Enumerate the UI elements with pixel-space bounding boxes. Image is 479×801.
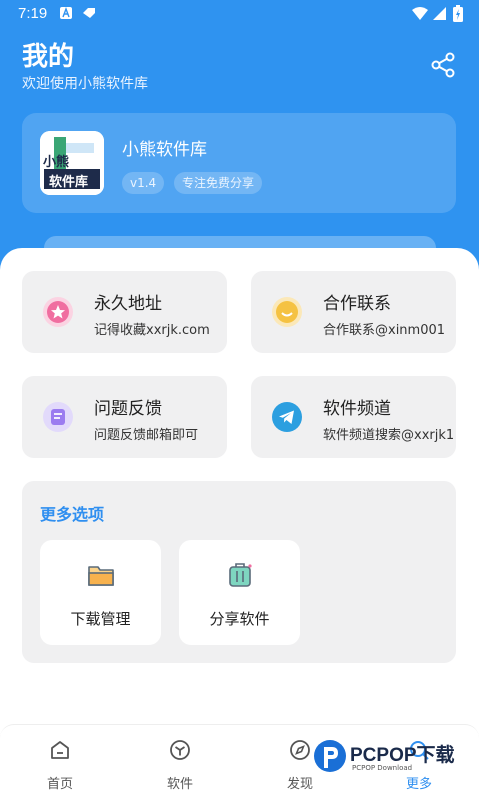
share-icon[interactable] bbox=[430, 52, 456, 78]
app-name: 小熊软件库 bbox=[122, 140, 207, 160]
notification-a-icon bbox=[60, 7, 72, 19]
tag-icon bbox=[83, 8, 95, 18]
folder-icon bbox=[88, 566, 114, 586]
app-logo-text-bottom: 软件库 bbox=[49, 175, 89, 190]
tile-title: 合作联系 bbox=[323, 294, 391, 314]
smile-icon bbox=[272, 297, 302, 327]
feedback-icon bbox=[43, 402, 73, 432]
telegram-icon bbox=[272, 402, 302, 432]
app-logo: 小熊 软件库 bbox=[40, 131, 104, 195]
battery-icon bbox=[453, 5, 463, 22]
tile-feedback[interactable]: 问题反馈 问题反馈邮箱即可 bbox=[22, 376, 227, 458]
tile-title: 软件频道 bbox=[323, 399, 391, 419]
watermark-brand: PCPOP下载 bbox=[350, 745, 455, 766]
signal-icon bbox=[433, 7, 446, 20]
status-bar: 7:19 bbox=[0, 0, 479, 28]
luggage-icon bbox=[229, 563, 252, 587]
tile-software-channel[interactable]: 软件频道 软件频道搜索@xxrjk1 bbox=[251, 376, 456, 458]
tile-cooperation-contact[interactable]: 合作联系 合作联系@xinm001 bbox=[251, 271, 456, 353]
download-manager-label: 下载管理 bbox=[70, 610, 131, 628]
nav-label-home: 首页 bbox=[46, 777, 73, 792]
star-icon bbox=[43, 297, 73, 327]
nav-item-software[interactable]: 软件 bbox=[120, 725, 240, 801]
home-icon bbox=[51, 741, 69, 759]
tile-subtitle: 合作联系@xinm001 bbox=[323, 323, 446, 338]
version-badge: v1.4 bbox=[122, 172, 165, 194]
wifi-icon bbox=[412, 7, 428, 20]
tile-subtitle: 问题反馈邮箱即可 bbox=[94, 428, 199, 443]
app-info-card[interactable]: 小熊 软件库 小熊软件库 v1.4 专注免费分享 bbox=[22, 113, 456, 213]
tile-subtitle: 软件频道搜索@xxrjk1 bbox=[323, 428, 455, 443]
share-software-label: 分享软件 bbox=[209, 610, 270, 628]
tile-permanent-address[interactable]: 永久地址 记得收藏xxrjk.com bbox=[22, 271, 227, 353]
watermark-sub: PCPOP Download bbox=[352, 764, 413, 772]
more-options-panel: 更多选项 下载管理 分享软件 bbox=[22, 481, 456, 663]
nav-label-software: 软件 bbox=[166, 777, 193, 792]
cube-icon bbox=[170, 740, 190, 760]
tile-title: 永久地址 bbox=[94, 294, 162, 314]
watermark-logo-icon bbox=[314, 740, 346, 772]
download-manager-button[interactable]: 下载管理 bbox=[40, 540, 161, 645]
share-software-button[interactable]: 分享软件 bbox=[179, 540, 300, 645]
tile-subtitle: 记得收藏xxrjk.com bbox=[94, 323, 210, 338]
status-time: 7:19 bbox=[18, 5, 48, 22]
tile-title: 问题反馈 bbox=[94, 399, 162, 419]
page-subtitle: 欢迎使用小熊软件库 bbox=[22, 76, 148, 92]
compass-icon bbox=[290, 740, 310, 760]
watermark: PCPOP下载 PCPOP Download bbox=[312, 738, 462, 778]
app-logo-text-top: 小熊 bbox=[43, 155, 70, 170]
tag-badge: 专注免费分享 bbox=[174, 172, 263, 194]
page-title: 我的 bbox=[22, 42, 75, 72]
more-options-title: 更多选项 bbox=[40, 505, 105, 524]
nav-item-home[interactable]: 首页 bbox=[0, 725, 120, 801]
